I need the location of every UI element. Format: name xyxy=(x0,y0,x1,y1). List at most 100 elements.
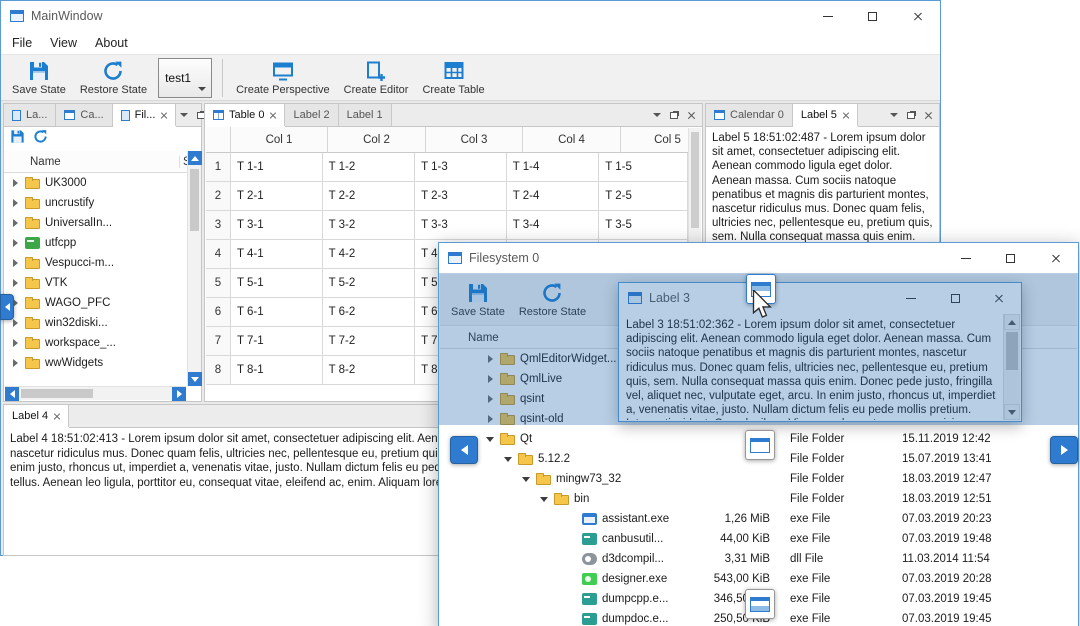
expand-chevron-icon[interactable] xyxy=(540,494,550,504)
table-cell[interactable]: T 8-2 xyxy=(322,356,416,385)
column-header[interactable]: Col 2 xyxy=(328,127,426,153)
tree-item[interactable]: workspace_... xyxy=(5,333,186,353)
row-header[interactable]: 1 xyxy=(206,153,231,182)
tab-close-icon[interactable] xyxy=(842,112,849,119)
menu-item[interactable]: About xyxy=(86,34,137,52)
column-header[interactable]: Col 1 xyxy=(231,127,328,153)
table-cell[interactable]: T 3-1 xyxy=(231,211,323,240)
table-cell[interactable]: T 1-2 xyxy=(322,153,416,182)
maximize-button[interactable] xyxy=(988,243,1033,273)
close-button[interactable] xyxy=(895,1,940,31)
table-cell[interactable]: T 4-2 xyxy=(322,240,416,269)
dock-tab[interactable]: Label 4 xyxy=(4,405,70,427)
table-cell[interactable]: T 2-5 xyxy=(599,182,688,211)
expand-chevron-icon[interactable] xyxy=(11,318,21,328)
tab-close-icon[interactable] xyxy=(269,112,276,119)
expand-chevron-icon[interactable] xyxy=(568,554,578,564)
table-cell[interactable]: T 2-3 xyxy=(415,182,507,211)
row-header[interactable]: 8 xyxy=(206,356,231,385)
table-cell[interactable]: T 1-1 xyxy=(231,153,323,182)
drop-indicator-right[interactable] xyxy=(1050,436,1078,464)
tree-vertical-scrollbar[interactable] xyxy=(187,151,202,386)
tree-item[interactable]: Vespucci-m... xyxy=(5,253,186,273)
file-row[interactable]: d3dcompil... 3,31 MiB dll File 11.03.201… xyxy=(440,549,1077,569)
dock-tab[interactable]: Ca... xyxy=(56,104,113,126)
expand-chevron-icon[interactable] xyxy=(11,358,21,368)
file-row[interactable]: designer.exe 543,00 KiB exe File 07.03.2… xyxy=(440,569,1077,589)
dock-float-button[interactable] xyxy=(666,107,682,123)
save-state-mini-button[interactable] xyxy=(10,129,25,149)
expand-chevron-icon[interactable] xyxy=(11,218,21,228)
row-header[interactable]: 4 xyxy=(206,240,231,269)
table-cell[interactable]: T 3-3 xyxy=(415,211,507,240)
table-cell[interactable]: T 1-5 xyxy=(599,153,688,182)
scroll-left-button[interactable] xyxy=(5,387,19,401)
tree-item[interactable]: utfcpp xyxy=(5,233,186,253)
table-cell[interactable]: T 7-1 xyxy=(231,327,323,356)
table-cell[interactable]: T 8-1 xyxy=(231,356,323,385)
dock-menu-button[interactable] xyxy=(649,107,665,123)
dock-close-button[interactable] xyxy=(683,107,699,123)
tree-item[interactable]: uncrustify xyxy=(5,193,186,213)
dock-tab[interactable]: La... xyxy=(4,104,57,126)
table-cell[interactable]: T 1-3 xyxy=(415,153,507,182)
table-cell[interactable]: T 6-2 xyxy=(322,298,416,327)
expand-chevron-icon[interactable] xyxy=(11,258,21,268)
menu-item[interactable]: View xyxy=(41,34,86,52)
table-cell[interactable]: T 5-2 xyxy=(322,269,416,298)
expand-chevron-icon[interactable] xyxy=(568,534,578,544)
drop-indicator-left[interactable] xyxy=(450,436,478,464)
dock-tab[interactable]: Table 0 xyxy=(205,104,286,126)
scrollbar-handle[interactable] xyxy=(21,389,93,398)
close-button[interactable] xyxy=(1033,243,1078,273)
minimize-button[interactable] xyxy=(805,1,850,31)
menu-item[interactable]: File xyxy=(3,34,41,52)
table-cell[interactable]: T 6-1 xyxy=(231,298,323,327)
tree-item[interactable]: UniversalIn... xyxy=(5,213,186,233)
drop-indicator-bottom[interactable] xyxy=(745,589,775,619)
dock-tab[interactable]: Label 2 xyxy=(285,104,339,126)
tree-item[interactable]: wwWidgets xyxy=(5,353,186,373)
scroll-down-button[interactable] xyxy=(188,372,202,386)
column-header[interactable]: Col 3 xyxy=(426,127,523,153)
expand-chevron-icon[interactable] xyxy=(11,198,21,208)
table-cell[interactable]: T 2-1 xyxy=(231,182,323,211)
name-column-header[interactable]: Name xyxy=(4,156,179,168)
dock-tab[interactable]: Label 5 xyxy=(792,104,858,126)
expand-chevron-icon[interactable] xyxy=(504,454,514,464)
expand-chevron-icon[interactable] xyxy=(568,594,578,604)
expand-chevron-icon[interactable] xyxy=(11,178,21,188)
create-perspective-button[interactable]: Create Perspective xyxy=(229,56,337,100)
file-row[interactable]: assistant.exe 1,26 MiB exe File 07.03.20… xyxy=(440,509,1077,529)
dock-tab[interactable]: Label 1 xyxy=(338,104,392,126)
perspective-combo[interactable]: test1 xyxy=(158,57,213,98)
tree-item[interactable]: VTK xyxy=(5,273,186,293)
table-cell[interactable]: T 3-4 xyxy=(506,211,600,240)
table-cell[interactable]: T 5-1 xyxy=(231,269,323,298)
dock-close-button[interactable] xyxy=(920,107,936,123)
expand-chevron-icon[interactable] xyxy=(568,574,578,584)
expand-chevron-icon[interactable] xyxy=(11,238,21,248)
table-cell[interactable]: T 3-2 xyxy=(322,211,416,240)
dock-menu-button[interactable] xyxy=(886,107,902,123)
expand-chevron-icon[interactable] xyxy=(486,434,496,444)
expand-chevron-icon[interactable] xyxy=(568,614,578,624)
scroll-right-button[interactable] xyxy=(172,387,186,401)
tree-item[interactable]: UK3000 xyxy=(5,173,186,193)
restore-state-button[interactable]: Restore State xyxy=(73,56,154,100)
tree-horizontal-scrollbar[interactable] xyxy=(5,386,186,401)
table-cell[interactable]: T 3-5 xyxy=(599,211,688,240)
expand-chevron-icon[interactable] xyxy=(522,474,532,484)
filesystem-titlebar[interactable]: Filesystem 0 xyxy=(439,243,1078,273)
column-header[interactable]: Col 4 xyxy=(523,127,621,153)
file-row[interactable]: bin File Folder 18.03.2019 12:51 xyxy=(440,489,1077,509)
restore-state-mini-button[interactable] xyxy=(33,129,48,149)
table-cell[interactable]: T 4-1 xyxy=(231,240,323,269)
tab-close-icon[interactable] xyxy=(53,413,60,420)
tree-item[interactable]: win32diski... xyxy=(5,313,186,333)
file-row[interactable]: canbusutil... 44,00 KiB exe File 07.03.2… xyxy=(440,529,1077,549)
main-titlebar[interactable]: MainWindow xyxy=(1,1,940,31)
scrollbar-handle[interactable] xyxy=(190,169,199,231)
tab-close-icon[interactable] xyxy=(160,112,167,119)
create-editor-button[interactable]: Create Editor xyxy=(337,56,416,100)
